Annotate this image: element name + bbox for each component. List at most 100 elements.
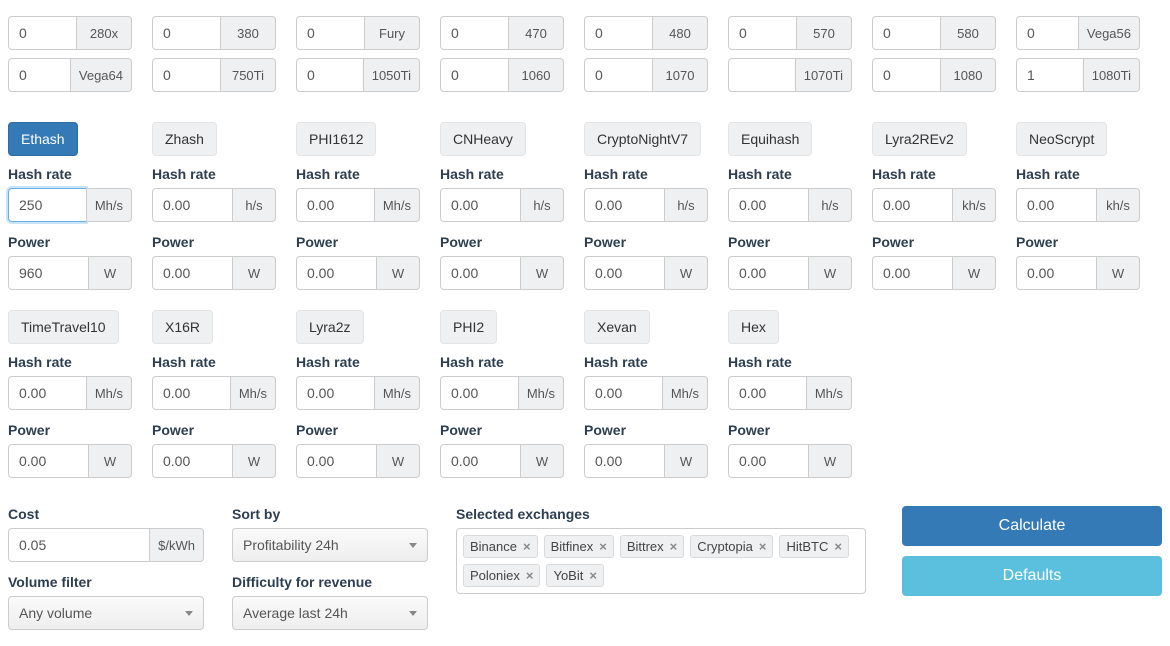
gpu-count-input[interactable]: [152, 58, 220, 92]
gpu-count-input[interactable]: [584, 58, 652, 92]
close-icon[interactable]: ×: [759, 539, 767, 554]
cost-input[interactable]: [8, 528, 149, 562]
power-input[interactable]: [8, 444, 88, 478]
exchange-tag[interactable]: HitBTC×: [779, 535, 848, 558]
close-icon[interactable]: ×: [834, 539, 842, 554]
algo-button[interactable]: Lyra2REv2: [872, 122, 967, 156]
gpu-count-input[interactable]: [584, 16, 652, 50]
exchange-tag[interactable]: Cryptopia ×: [690, 535, 773, 558]
power-input[interactable]: [152, 444, 232, 478]
power-unit: W: [520, 256, 564, 290]
close-icon[interactable]: ×: [670, 539, 678, 554]
hash-rate-input[interactable]: [728, 376, 806, 410]
exchange-tag[interactable]: Poloniex×: [463, 564, 540, 587]
defaults-button[interactable]: Defaults: [902, 556, 1162, 596]
exchanges-tagbox[interactable]: Binance×Bitfinex×Bittrex×Cryptopia×HitBT…: [456, 528, 866, 594]
gpu-count-input[interactable]: [728, 16, 796, 50]
hash-rate-unit: h/s: [808, 188, 852, 222]
power-input[interactable]: [728, 444, 808, 478]
close-icon[interactable]: ×: [526, 568, 534, 583]
algo-button[interactable]: X16R: [152, 310, 213, 344]
power-input[interactable]: [584, 444, 664, 478]
power-input[interactable]: [296, 444, 376, 478]
exchange-tag-label: Cryptopia: [697, 539, 753, 554]
power-input[interactable]: [728, 256, 808, 290]
power-input[interactable]: [296, 256, 376, 290]
hash-rate-input[interactable]: [1016, 188, 1096, 222]
power-input[interactable]: [8, 256, 88, 290]
power-label: Power: [872, 234, 996, 250]
algo-button[interactable]: PHI2: [440, 310, 497, 344]
gpu-count-input[interactable]: [152, 16, 220, 50]
hash-rate-input[interactable]: [440, 376, 518, 410]
gpu-count-input[interactable]: [1016, 58, 1083, 92]
hash-rate-unit: Mh/s: [230, 376, 276, 410]
algo-button[interactable]: Lyra2z: [296, 310, 364, 344]
algo-button[interactable]: Equihash: [728, 122, 812, 156]
exchange-tag-label: Bitfinex: [551, 539, 594, 554]
power-input[interactable]: [872, 256, 952, 290]
power-label: Power: [584, 234, 708, 250]
hash-rate-unit: Mh/s: [86, 188, 132, 222]
hash-rate-input[interactable]: [152, 188, 232, 222]
gpu-count-input[interactable]: [296, 58, 363, 92]
algo-button[interactable]: TimeTravel10: [8, 310, 119, 344]
hash-rate-input[interactable]: [728, 188, 808, 222]
power-label: Power: [152, 422, 276, 438]
power-input[interactable]: [440, 444, 520, 478]
hash-rate-label: Hash rate: [872, 166, 996, 182]
power-unit: W: [232, 444, 276, 478]
close-icon[interactable]: ×: [599, 539, 607, 554]
hash-rate-label: Hash rate: [8, 354, 132, 370]
gpu-count-input[interactable]: [872, 16, 940, 50]
hash-rate-input[interactable]: [440, 188, 520, 222]
algo-button[interactable]: Hex: [728, 310, 779, 344]
exchange-tag[interactable]: YoBit×: [546, 564, 603, 587]
algo-button[interactable]: PHI1612: [296, 122, 376, 156]
hash-rate-unit: Mh/s: [86, 376, 132, 410]
hash-rate-input[interactable]: [296, 188, 374, 222]
power-input[interactable]: [584, 256, 664, 290]
algo-button[interactable]: CNHeavy: [440, 122, 526, 156]
hash-rate-input[interactable]: [872, 188, 952, 222]
close-icon[interactable]: ×: [523, 539, 531, 554]
exchange-tag[interactable]: Bittrex×: [620, 535, 684, 558]
power-unit: W: [1096, 256, 1140, 290]
chevron-down-icon: [409, 611, 417, 616]
hash-rate-input[interactable]: [8, 376, 86, 410]
hash-rate-input[interactable]: [296, 376, 374, 410]
gpu-count-input[interactable]: [296, 16, 364, 50]
gpu-count-input[interactable]: [1016, 16, 1078, 50]
sort-by-select[interactable]: Profitability 24h: [232, 528, 428, 562]
calculate-button[interactable]: Calculate: [902, 506, 1162, 546]
gpu-count-input[interactable]: [440, 58, 508, 92]
power-input[interactable]: [440, 256, 520, 290]
gpu-count-input[interactable]: [440, 16, 508, 50]
volume-filter-select[interactable]: Any volume: [8, 596, 204, 630]
gpu-label: 750Ti: [220, 58, 276, 92]
algo-button[interactable]: Zhash: [152, 122, 217, 156]
gpu-count-input[interactable]: [728, 58, 795, 92]
power-input[interactable]: [152, 256, 232, 290]
power-input[interactable]: [1016, 256, 1096, 290]
hash-rate-label: Hash rate: [296, 166, 420, 182]
hash-rate-input[interactable]: [584, 376, 662, 410]
power-label: Power: [728, 234, 852, 250]
algo-button[interactable]: Ethash: [8, 122, 78, 156]
hash-rate-label: Hash rate: [440, 354, 564, 370]
close-icon[interactable]: ×: [589, 568, 597, 583]
algo-button[interactable]: CryptoNightV7: [584, 122, 701, 156]
gpu-count-input[interactable]: [8, 16, 76, 50]
hash-rate-input[interactable]: [584, 188, 664, 222]
exchange-tag[interactable]: Binance×: [463, 535, 538, 558]
gpu-count-input[interactable]: [872, 58, 940, 92]
algo-button[interactable]: Xevan: [584, 310, 650, 344]
power-unit: W: [952, 256, 996, 290]
hash-rate-label: Hash rate: [440, 166, 564, 182]
exchange-tag[interactable]: Bitfinex ×: [544, 535, 614, 558]
algo-button[interactable]: NeoScrypt: [1016, 122, 1107, 156]
hash-rate-input[interactable]: [8, 188, 86, 222]
difficulty-select[interactable]: Average last 24h: [232, 596, 428, 630]
gpu-count-input[interactable]: [8, 58, 70, 92]
hash-rate-input[interactable]: [152, 376, 230, 410]
